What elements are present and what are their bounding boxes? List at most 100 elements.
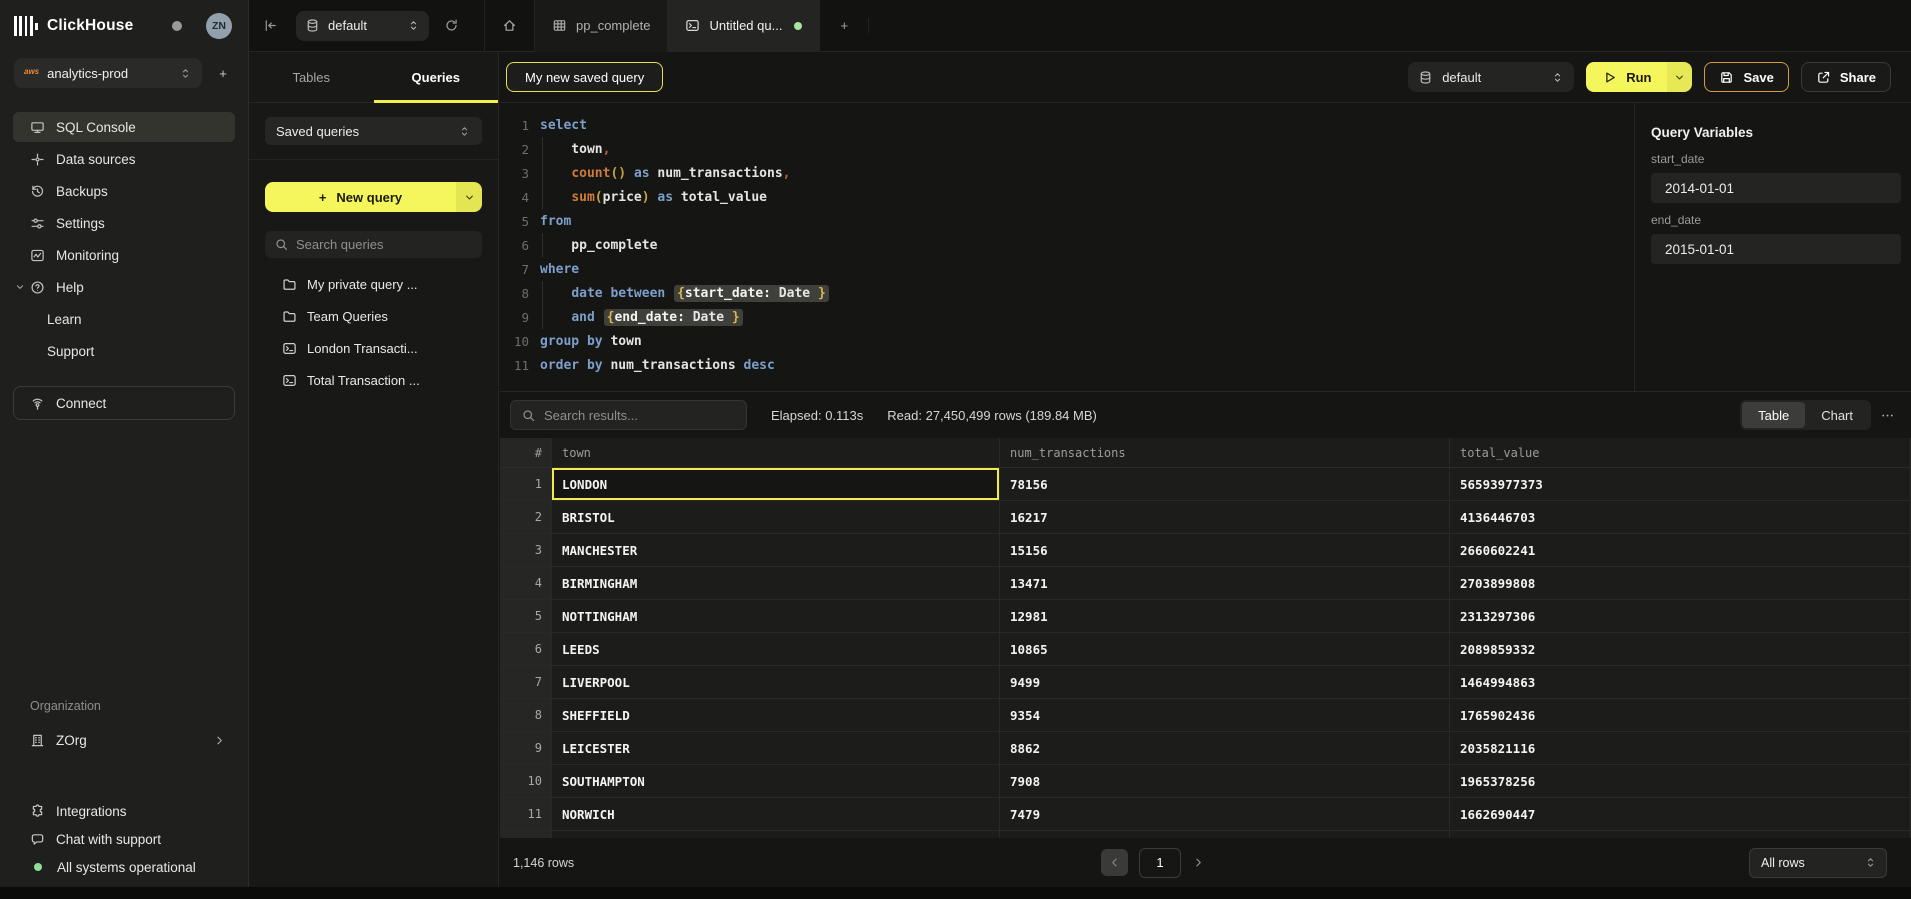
sidebar-item-learn[interactable]: Learn: [13, 304, 235, 334]
table-cell[interactable]: 1662690447: [1450, 798, 1911, 831]
query-parameter-chip[interactable]: {start_date: Date }: [674, 285, 829, 302]
search-results-input[interactable]: [544, 408, 736, 423]
refresh-icon[interactable]: [444, 18, 459, 33]
sidebar-item-settings[interactable]: Settings: [13, 208, 235, 238]
view-chart-button[interactable]: Chart: [1805, 402, 1869, 428]
search-queries-input[interactable]: [296, 237, 473, 252]
table-cell[interactable]: 9354: [1000, 699, 1450, 732]
service-select[interactable]: aws analytics-prod: [14, 58, 202, 88]
table-cell[interactable]: 16217: [1000, 501, 1450, 534]
workspace-tab-untitled-qu[interactable]: Untitled qu...: [668, 0, 820, 52]
column-header-row-number[interactable]: #: [500, 438, 552, 468]
sidebar-item-monitoring[interactable]: Monitoring: [13, 240, 235, 270]
table-cell[interactable]: 2660602241: [1450, 534, 1911, 567]
table-cell[interactable]: 4136446703: [1450, 501, 1911, 534]
code-line[interactable]: 3 count() as num_transactions,: [500, 161, 1634, 185]
saved-query-tab[interactable]: My new saved query: [506, 62, 663, 92]
table-cell[interactable]: 1464994863: [1450, 666, 1911, 699]
column-header-town[interactable]: town: [552, 438, 1000, 468]
table-cell[interactable]: 7908: [1000, 765, 1450, 798]
avatar[interactable]: ZN: [206, 13, 232, 39]
saved-query-item-london-transacti[interactable]: London Transacti...: [265, 332, 482, 364]
run-options-button[interactable]: [1667, 62, 1692, 92]
code-line[interactable]: 9 and {end_date: Date }: [500, 305, 1634, 329]
table-cell[interactable]: SHEFFIELD: [552, 699, 1000, 732]
sidebar-footer-all-systems-operational[interactable]: All systems operational: [0, 853, 248, 881]
table-cell[interactable]: 10865: [1000, 633, 1450, 666]
notification-dot-icon[interactable]: [172, 21, 182, 31]
sidebar-item-support[interactable]: Support: [13, 336, 235, 366]
sidebar-footer-chat-with-support[interactable]: Chat with support: [0, 825, 248, 853]
sidebar-footer-integrations[interactable]: Integrations: [0, 797, 248, 825]
run-button[interactable]: Run: [1586, 62, 1667, 92]
page-size-select[interactable]: All rows: [1749, 848, 1887, 878]
table-cell[interactable]: 8862: [1000, 732, 1450, 765]
table-cell[interactable]: 13471: [1000, 567, 1450, 600]
collapse-sidebar-icon[interactable]: [263, 18, 278, 33]
tab-queries[interactable]: Queries: [374, 52, 499, 102]
code-line[interactable]: 7where: [500, 257, 1634, 281]
code-line[interactable]: 8 date between {start_date: Date }: [500, 281, 1634, 305]
code-line[interactable]: 11order by num_transactions desc: [500, 353, 1634, 377]
saved-queries-select[interactable]: Saved queries: [265, 117, 482, 145]
table-cell[interactable]: 78156: [1000, 468, 1450, 501]
code-line[interactable]: 6 pp_complete: [500, 233, 1634, 257]
query-parameter-chip[interactable]: {end_date: Date }: [604, 309, 743, 326]
table-cell[interactable]: 1765902436: [1450, 699, 1911, 732]
new-query-button[interactable]: + New query: [265, 182, 456, 212]
table-cell[interactable]: 9499: [1000, 666, 1450, 699]
table-cell[interactable]: LEICESTER: [552, 732, 1000, 765]
table-cell[interactable]: LEEDS: [552, 633, 1000, 666]
saved-query-item-team-queries[interactable]: Team Queries: [265, 300, 482, 332]
table-cell[interactable]: 2089859332: [1450, 633, 1911, 666]
sql-editor[interactable]: 1select2 town,3 count() as num_transacti…: [500, 103, 1634, 391]
table-cell[interactable]: SOUTHAMPTON: [552, 765, 1000, 798]
table-cell[interactable]: 2313297306: [1450, 600, 1911, 633]
table-cell[interactable]: MANCHESTER: [552, 534, 1000, 567]
save-button[interactable]: Save: [1704, 62, 1788, 92]
code-line[interactable]: 1select: [500, 113, 1634, 137]
page-number-input[interactable]: 1: [1139, 848, 1181, 878]
saved-query-item-my-private-query[interactable]: My private query ...: [265, 268, 482, 300]
table-cell[interactable]: LIVERPOOL: [552, 666, 1000, 699]
sidebar-item-sql-console[interactable]: SQL Console: [13, 112, 235, 142]
add-service-button[interactable]: +: [212, 66, 234, 81]
table-cell[interactable]: 15156: [1000, 534, 1450, 567]
table-cell[interactable]: NOTTINGHAM: [552, 600, 1000, 633]
next-page-button[interactable]: [1192, 856, 1205, 869]
run-database-select[interactable]: default: [1408, 62, 1574, 92]
new-tab-button[interactable]: +: [820, 18, 869, 33]
sidebar-item-backups[interactable]: Backups: [13, 176, 235, 206]
new-query-options-button[interactable]: [456, 182, 482, 212]
table-cell[interactable]: 56593977373: [1450, 468, 1911, 501]
code-line[interactable]: 2 town,: [500, 137, 1634, 161]
table-cell[interactable]: NORWICH: [552, 798, 1000, 831]
table-cell[interactable]: 1965378256: [1450, 765, 1911, 798]
table-cell[interactable]: BRISTOL: [552, 501, 1000, 534]
share-button[interactable]: Share: [1801, 62, 1891, 92]
table-cell[interactable]: LONDON: [552, 468, 1000, 501]
table-cell[interactable]: 7479: [1000, 798, 1450, 831]
saved-query-item-total-transaction[interactable]: Total Transaction ...: [265, 364, 482, 396]
tab-tables[interactable]: Tables: [249, 52, 374, 102]
variable-input-start-date[interactable]: [1651, 173, 1901, 203]
code-line[interactable]: 5from: [500, 209, 1634, 233]
code-line[interactable]: 10group by town: [500, 329, 1634, 353]
variable-input-end-date[interactable]: [1651, 234, 1901, 264]
sidebar-item-help[interactable]: Help: [13, 272, 235, 302]
table-cell[interactable]: 2703899808: [1450, 567, 1911, 600]
column-header-num-transactions[interactable]: num_transactions: [1000, 438, 1450, 468]
table-cell[interactable]: 2035821116: [1450, 732, 1911, 765]
sidebar-item-data-sources[interactable]: Data sources: [13, 144, 235, 174]
table-cell[interactable]: 12981: [1000, 600, 1450, 633]
table-cell[interactable]: BIRMINGHAM: [552, 567, 1000, 600]
view-table-button[interactable]: Table: [1742, 402, 1805, 428]
organization-switcher[interactable]: ZOrg: [0, 725, 248, 755]
code-line[interactable]: 4 sum(price) as total_value: [500, 185, 1634, 209]
database-select[interactable]: default: [296, 11, 429, 41]
more-options-icon[interactable]: [1880, 408, 1895, 423]
connect-button[interactable]: Connect: [13, 386, 235, 420]
column-header-total-value[interactable]: total_value: [1450, 438, 1911, 468]
workspace-tab-pp-complete[interactable]: pp_complete: [535, 0, 668, 52]
home-tab[interactable]: [484, 0, 535, 52]
